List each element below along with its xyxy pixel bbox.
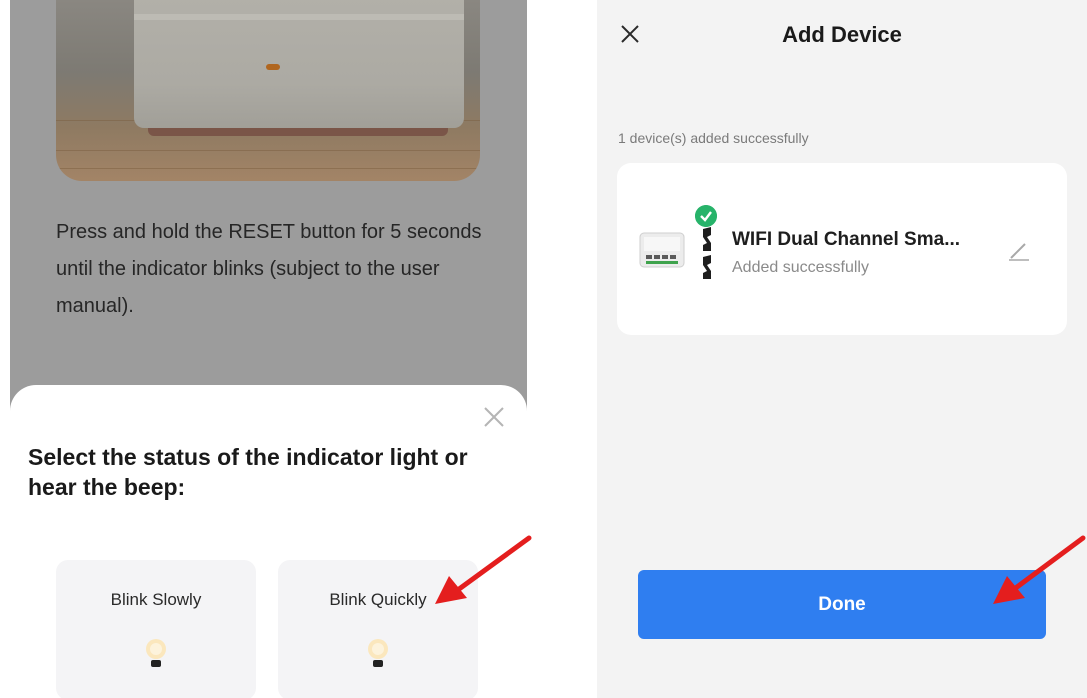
indicator-led [266,64,280,70]
page-title: Add Device [782,22,902,47]
option-label: Blink Slowly [110,590,202,609]
signal-glyph-icon [703,227,711,279]
reset-instruction: Press and hold the RESET button for 5 se… [56,221,482,317]
bulb-icon [368,639,388,667]
device-photo [56,0,480,181]
success-count-text: 1 device(s) added successfully [618,130,809,146]
device-thumbnail-icon [639,232,685,268]
option-blink-slowly[interactable]: Blink Slowly [56,560,256,698]
check-icon [695,205,717,227]
sheet-title: Select the status of the indicator light… [28,444,468,500]
device-name: WIFI Dual Channel Sma... [732,229,961,250]
device-status: Added successfully [732,259,869,276]
pencil-icon[interactable] [1007,238,1031,262]
option-blink-quickly[interactable]: Blink Quickly [278,560,478,698]
close-icon[interactable] [481,404,507,430]
option-label: Blink Quickly [329,590,427,609]
bulb-icon [146,639,166,667]
right-screen: Add Device 1 device(s) added successfull… [597,0,1087,698]
device-card[interactable]: WIFI Dual Channel Sma... Added successfu… [617,163,1067,335]
done-button-label: Done [818,594,866,615]
done-button[interactable]: Done [638,570,1046,639]
left-screen: Press and hold the RESET button for 5 se… [10,0,527,698]
